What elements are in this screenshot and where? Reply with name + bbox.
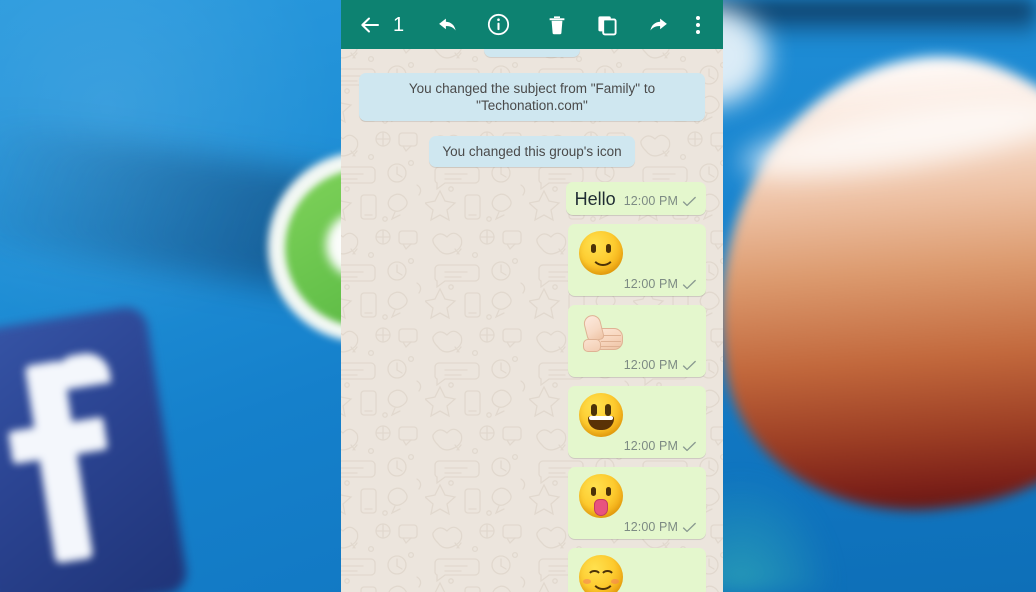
outgoing-bubble-emoji[interactable]: 12:00 PM [568,467,706,539]
slightly-smiling-face-icon [579,231,697,275]
message-row-emoji-slight-smile[interactable]: 12:00 PM [341,215,723,296]
sent-check-icon [682,441,696,451]
screenshot-root: You changed the subject from "Family" to… [0,0,1036,592]
system-bubble-clipped[interactable] [484,49,580,57]
message-row-hello[interactable]: Hello 12:00 PM [341,167,723,215]
copy-icon [598,15,617,35]
reply-arrow-icon [438,18,456,31]
message-list: You changed the subject from "Family" to… [341,49,723,592]
message-row-system-subject[interactable]: You changed the subject from "Family" to… [341,57,723,121]
trash-icon [549,15,565,34]
facebook-f-crossbar [8,416,108,465]
outgoing-bubble-emoji[interactable]: 12:00 PM [568,305,706,377]
message-row-emoji-thumbs-up[interactable]: 12:00 PM [341,296,723,377]
outgoing-bubble-hello[interactable]: Hello 12:00 PM [565,182,706,215]
grinning-face-with-big-eyes-icon [579,393,697,437]
message-row-emoji-grinning[interactable]: 12:00 PM [341,377,723,458]
selection-action-toolbar: 1 [341,0,723,49]
info-button[interactable] [473,0,523,49]
chat-scroll-area[interactable]: You changed the subject from "Family" to… [341,49,723,592]
system-bubble-icon-changed[interactable]: You changed this group's icon [429,136,635,167]
message-meta: 12:00 PM [624,194,697,208]
sent-check-icon [682,196,696,206]
outgoing-bubble-emoji[interactable]: 12:00 PM [568,224,706,296]
sent-check-icon [682,279,696,289]
phone-screen: You changed the subject from "Family" to… [341,0,723,592]
sent-check-icon [682,360,696,370]
face-with-tongue-icon [579,474,697,518]
message-meta: 12:00 PM [577,277,697,291]
message-row-emoji-tongue[interactable]: 12:00 PM [341,458,723,539]
message-row-emoji-smiling-eyes[interactable]: 12:01 PM [341,539,723,592]
message-timestamp: 12:00 PM [623,439,678,453]
message-row-peek [341,49,723,57]
system-bubble-subject-changed[interactable]: You changed the subject from "Family" to… [359,73,705,121]
reply-button[interactable] [423,0,473,49]
forward-button[interactable] [632,0,682,49]
copy-button[interactable] [582,0,632,49]
overflow-menu-button[interactable] [682,0,714,49]
message-meta: 12:00 PM [577,520,697,534]
message-timestamp: 12:00 PM [623,194,678,208]
facebook-f-glyph [2,349,114,564]
sent-check-icon [682,522,696,532]
thumbs-up-icon [579,312,697,356]
smiling-face-with-smiling-eyes-icon [579,555,697,592]
delete-button[interactable] [532,0,582,49]
forward-arrow-icon [649,18,667,31]
message-timestamp: 12:00 PM [623,277,678,291]
message-meta: 12:00 PM [577,439,697,453]
back-button[interactable] [341,0,393,49]
outgoing-bubble-emoji[interactable]: 12:01 PM [568,548,706,592]
message-row-system-icon[interactable]: You changed this group's icon [341,121,723,167]
message-text: Hello [574,189,616,209]
three-dots-vertical-icon [696,15,700,34]
back-arrow-icon [361,17,379,32]
outgoing-bubble-emoji[interactable]: 12:00 PM [568,386,706,458]
message-timestamp: 12:00 PM [623,520,678,534]
selected-count: 1 [393,13,405,36]
info-circle-icon [487,13,509,36]
message-timestamp: 12:00 PM [623,358,678,372]
message-meta: 12:00 PM [577,358,697,372]
